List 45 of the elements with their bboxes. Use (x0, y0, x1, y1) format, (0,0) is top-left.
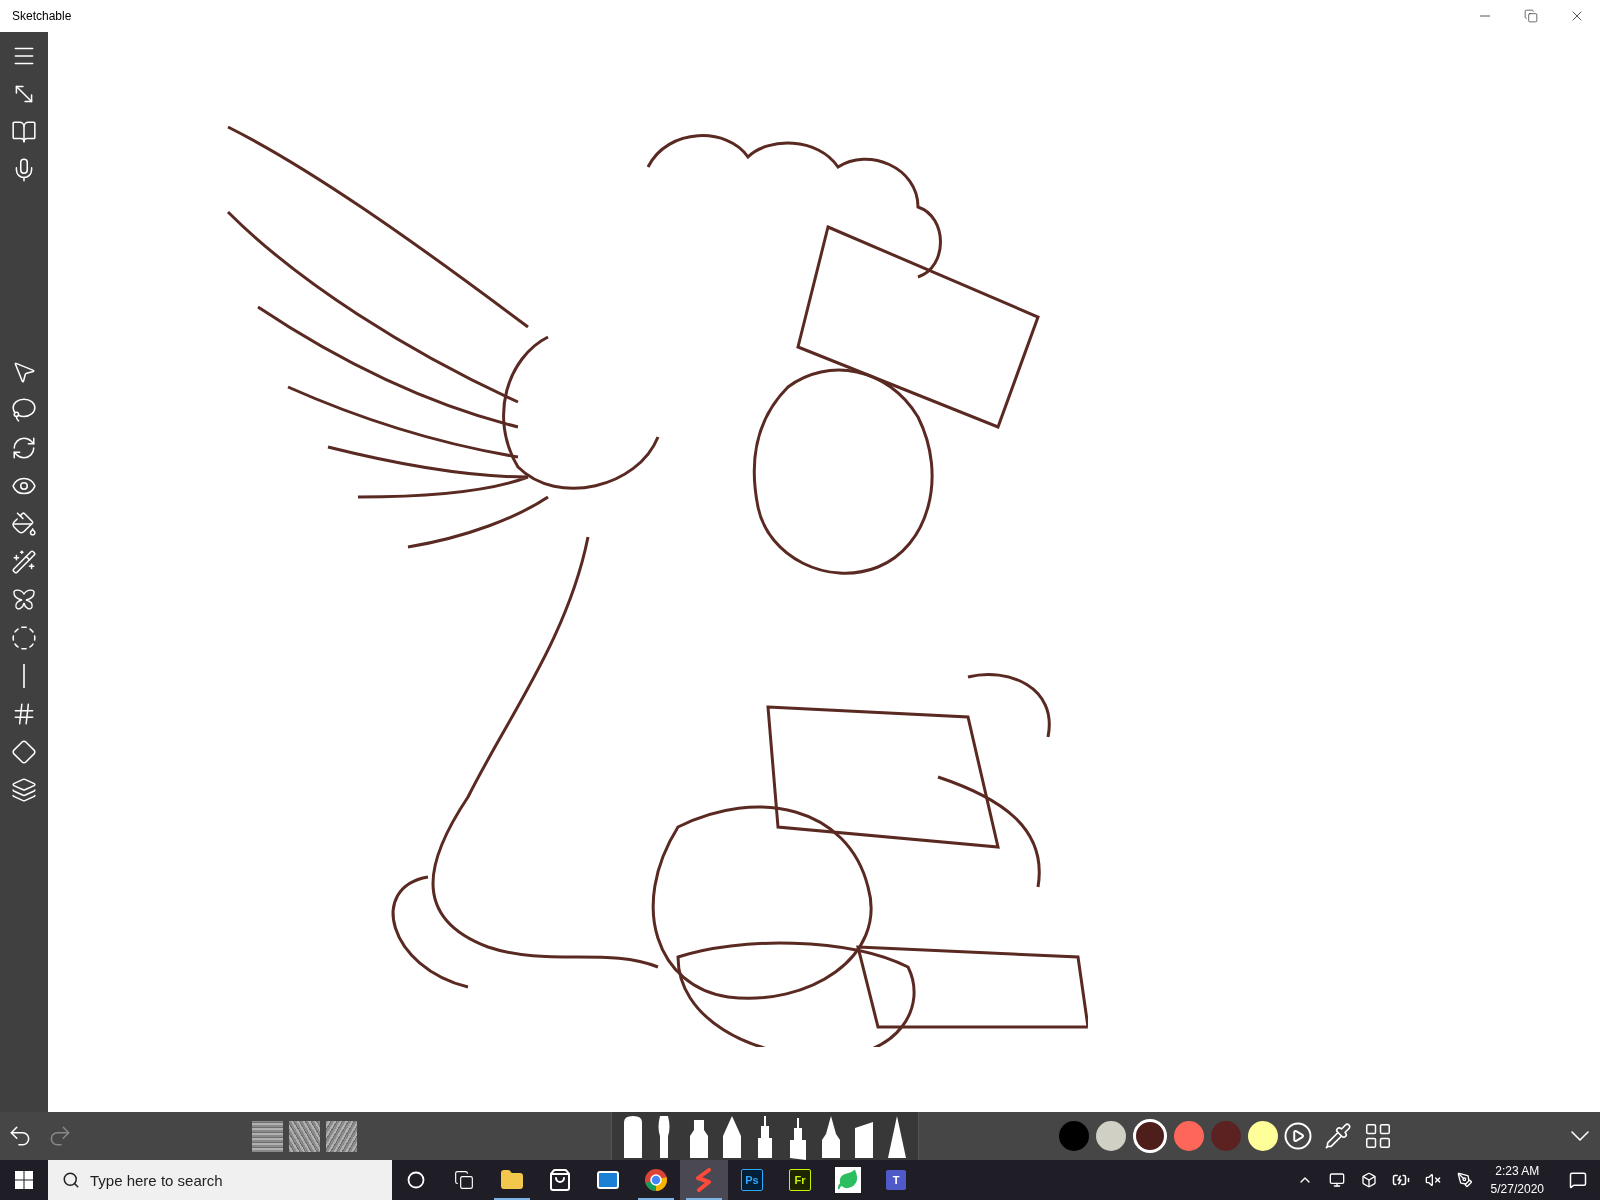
lasso-icon[interactable] (11, 396, 37, 423)
shopping-bag-icon (548, 1168, 572, 1192)
taskbar-app[interactable]: Ps (728, 1160, 776, 1200)
monitor-icon[interactable] (1328, 1172, 1345, 1188)
clock[interactable]: 2:23 AM 5/27/2020 (1482, 1162, 1552, 1198)
folder-icon (500, 1168, 524, 1192)
butterfly-icon[interactable] (11, 586, 37, 613)
box-icon[interactable] (1360, 1172, 1377, 1188)
leaf-icon (835, 1167, 861, 1193)
eyedropper-icon[interactable] (1324, 1122, 1352, 1150)
color-swatch[interactable] (1133, 1119, 1167, 1153)
restore-icon[interactable] (1524, 9, 1538, 23)
task-view-icon[interactable] (454, 1170, 474, 1190)
notifications-icon[interactable] (1569, 1171, 1587, 1189)
texture-swatch[interactable] (326, 1120, 357, 1152)
taskbar-app[interactable]: Fr (776, 1160, 824, 1200)
line-icon[interactable] (22, 662, 26, 689)
mail-icon (596, 1168, 620, 1192)
dashed-circle-icon[interactable] (11, 624, 37, 651)
magic-wand-icon[interactable] (11, 548, 37, 575)
search-icon (62, 1171, 80, 1189)
paint-bucket-icon[interactable] (11, 510, 37, 537)
color-swatch[interactable] (1174, 1121, 1204, 1151)
browser-icon (644, 1168, 668, 1192)
app-badge: Ps (741, 1169, 763, 1191)
color-swatch[interactable] (1211, 1121, 1241, 1151)
pen-icon[interactable] (1456, 1172, 1473, 1188)
app-badge: T (886, 1170, 906, 1190)
search-field[interactable]: Type here to search (48, 1160, 392, 1200)
app-badge: Fr (789, 1169, 811, 1191)
circle-icon[interactable] (407, 1171, 425, 1189)
window-title: Sketchable (11, 9, 73, 23)
diamond-icon[interactable] (11, 738, 37, 765)
book-icon[interactable] (11, 118, 37, 145)
color-swatch[interactable] (1248, 1121, 1278, 1151)
grid-view-icon[interactable] (1363, 1121, 1393, 1151)
play-icon[interactable] (1283, 1121, 1313, 1151)
texture-swatch[interactable] (289, 1120, 320, 1152)
color-swatch[interactable] (1059, 1121, 1089, 1151)
windows-logo-icon[interactable] (15, 1171, 33, 1189)
texture-swatch[interactable] (252, 1120, 283, 1152)
layers-icon[interactable] (11, 776, 37, 803)
color-swatch[interactable] (1096, 1121, 1126, 1151)
taskbar-app[interactable]: T (872, 1160, 920, 1200)
volume-muted-icon[interactable] (1424, 1172, 1441, 1188)
